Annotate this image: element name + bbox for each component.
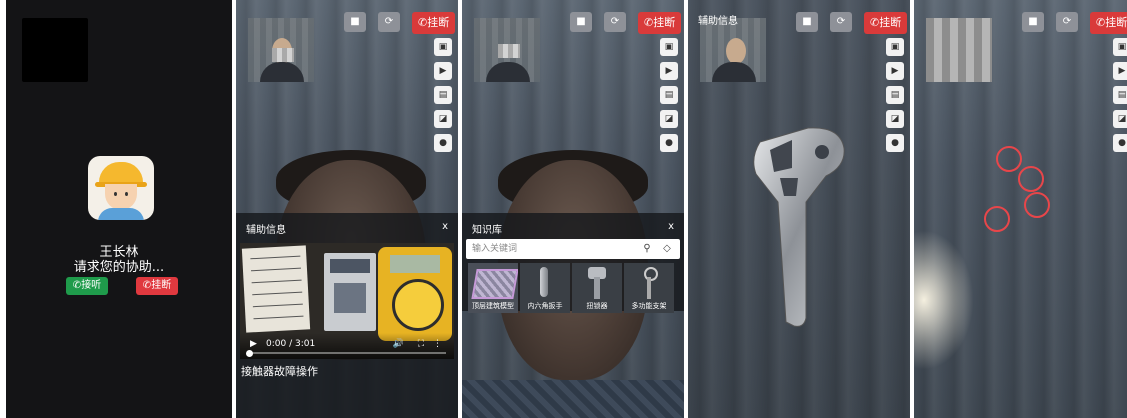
video-frame-paper (241, 245, 311, 333)
play-icon[interactable]: ▶ (250, 339, 257, 349)
image-icon[interactable]: ▣ (434, 38, 452, 56)
hangup-button[interactable]: ✆挂断 (412, 12, 456, 34)
assist-video-player[interactable]: ▶ 0:00 / 3:01 🔊 ⛶ ⋮ (240, 243, 454, 359)
more-icon[interactable]: ⋮ (433, 339, 442, 349)
volume-icon[interactable]: 🔊 (393, 339, 404, 349)
knowledge-item[interactable]: 扭锁器 (572, 263, 622, 313)
switch-camera-icon[interactable]: ⟳ (378, 12, 400, 32)
keyboard-icon[interactable]: ▤ (434, 86, 452, 104)
call-screen-assist-video: ■ ⟳ ✆挂断 ▣ ▶ ▤ ◪ ● 辅助信息 x ▶ 0:00 / 3:01 🔊 (236, 0, 458, 418)
annotation-circle[interactable] (996, 146, 1022, 172)
video-frame-multimeter (378, 247, 452, 341)
knowledge-item-label: 内六角扳手 (527, 302, 563, 310)
record-icon[interactable]: ● (660, 134, 678, 152)
assist-panel-title: 辅助信息 (246, 225, 286, 236)
knowledge-panel-title: 知识库 (472, 225, 502, 236)
hangup-label: 挂断 (653, 16, 676, 29)
assist-info-panel: 辅助信息 x ▶ 0:00 / 3:01 🔊 ⛶ ⋮ 接触器故障操作 (236, 213, 458, 418)
switch-camera-icon[interactable]: ⟳ (830, 12, 852, 32)
keyboard-icon[interactable]: ▤ (1113, 86, 1127, 104)
hangup-button[interactable]: ✆挂断 (1090, 12, 1127, 34)
hangup-label: 挂断 (879, 16, 902, 29)
incoming-call-screen: 王长林 请求您的协助... ✆接听 ✆挂断 (6, 0, 232, 418)
video-icon[interactable]: ▶ (1113, 62, 1127, 80)
knowledge-base-panel: 知识库 x 输入关键词 ⚲ ◇ 顶层建筑模型 内六角扳手 扭锁器 多功能支架 (462, 213, 684, 313)
video-icon[interactable]: ▶ (434, 62, 452, 80)
switch-camera-icon[interactable]: ⟳ (1056, 12, 1078, 32)
hangup-label: 挂断 (427, 16, 450, 29)
note-icon[interactable]: ◪ (434, 110, 452, 128)
decline-label: 挂断 (151, 280, 172, 291)
knowledge-search-bar: 输入关键词 ⚲ ◇ (466, 239, 680, 259)
close-button[interactable]: x (442, 221, 448, 232)
knowledge-item-label: 多功能支架 (631, 302, 667, 310)
image-icon[interactable]: ▣ (886, 38, 904, 56)
search-icon[interactable]: ⚲ (640, 242, 654, 256)
local-preview (926, 18, 992, 82)
accept-call-button[interactable]: ✆接听 (66, 277, 108, 295)
accept-label: 接听 (81, 280, 102, 291)
camera-icon[interactable]: ■ (1022, 12, 1044, 32)
switch-camera-icon[interactable]: ⟳ (604, 12, 626, 32)
phone-hangup-icon: ✆ (1096, 16, 1106, 29)
3d-model-bracket[interactable] (748, 122, 858, 332)
camera-icon[interactable]: ■ (570, 12, 592, 32)
call-screen-knowledge-base: ■ ⟳ ✆挂断 ▣ ▶ ▤ ◪ ● 知识库 x 输入关键词 ⚲ ◇ 顶层建筑模型… (462, 0, 684, 418)
hangup-button[interactable]: ✆挂断 (638, 12, 682, 34)
note-icon[interactable]: ◪ (1113, 110, 1127, 128)
camera-icon[interactable]: ■ (344, 12, 366, 32)
annotation-circle[interactable] (984, 206, 1010, 232)
knowledge-item-label: 顶层建筑模型 (472, 302, 514, 310)
knowledge-item[interactable]: 内六角扳手 (520, 263, 570, 313)
video-icon[interactable]: ▶ (886, 62, 904, 80)
phone-icon: ✆ (72, 280, 82, 291)
call-request-message: 请求您的协助... (73, 260, 165, 275)
annotation-circle[interactable] (1018, 166, 1044, 192)
video-progress-knob[interactable] (246, 350, 253, 357)
phone-hangup-icon: ✆ (870, 16, 880, 29)
hangup-button[interactable]: ✆挂断 (864, 12, 908, 34)
knowledge-item[interactable]: 多功能支架 (624, 263, 674, 313)
phone-hangup-icon: ✆ (418, 16, 428, 29)
model-panel-title: 辅助信息 (698, 16, 738, 27)
local-preview (700, 18, 766, 82)
video-frame-contactor (324, 253, 376, 331)
clear-icon[interactable]: ◇ (660, 242, 674, 256)
image-icon[interactable]: ▣ (660, 38, 678, 56)
note-icon[interactable]: ◪ (660, 110, 678, 128)
note-icon[interactable]: ◪ (886, 110, 904, 128)
phone-hangup-icon: ✆ (142, 280, 152, 291)
call-screen-annotations: ■ ⟳ ✆挂断 ▣ ▶ ▤ ◪ ● (914, 0, 1127, 418)
decline-call-button[interactable]: ✆挂断 (136, 277, 178, 295)
video-title: 接触器故障操作 (241, 365, 318, 378)
camera-icon[interactable]: ■ (796, 12, 818, 32)
image-icon[interactable]: ▣ (1113, 38, 1127, 56)
video-time: 0:00 / 3:01 (266, 339, 316, 349)
record-icon[interactable]: ● (434, 134, 452, 152)
knowledge-item-label: 扭锁器 (586, 302, 608, 310)
call-screen-3d-model: 辅助信息 ■ ⟳ ✆挂断 ▣ ▶ ▤ ◪ ● (688, 0, 910, 418)
phone-hangup-icon: ✆ (644, 16, 654, 29)
video-controls: ▶ 0:00 / 3:01 🔊 ⛶ ⋮ (240, 333, 454, 359)
local-preview (474, 18, 540, 82)
hangup-label: 挂断 (1105, 16, 1127, 29)
local-preview (248, 18, 314, 82)
fullscreen-icon[interactable]: ⛶ (418, 339, 424, 349)
keyboard-icon[interactable]: ▤ (660, 86, 678, 104)
video-icon[interactable]: ▶ (660, 62, 678, 80)
record-icon[interactable]: ● (1113, 134, 1127, 152)
close-button[interactable]: x (668, 221, 674, 232)
keyboard-icon[interactable]: ▤ (886, 86, 904, 104)
video-progress[interactable] (248, 352, 446, 354)
caller-avatar (88, 156, 154, 220)
annotation-circle[interactable] (1024, 192, 1050, 218)
knowledge-item[interactable]: 顶层建筑模型 (468, 263, 518, 313)
record-icon[interactable]: ● (886, 134, 904, 152)
local-preview (22, 18, 88, 82)
search-input[interactable]: 输入关键词 (472, 239, 517, 259)
